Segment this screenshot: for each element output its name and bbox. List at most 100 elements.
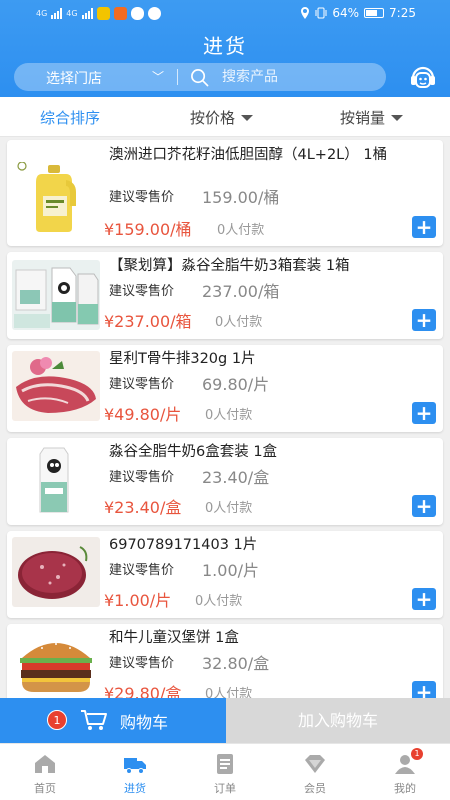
profile-badge: 1	[411, 748, 423, 760]
add-to-cart-button[interactable]: +	[412, 495, 436, 517]
order-icon	[217, 754, 233, 774]
product-price: ¥23.40/盒	[104, 498, 182, 517]
paid-count: 0人付款	[217, 223, 265, 238]
product-card[interactable]: 澳洲进口芥花籽油低胆固醇（4L+2L） 1桶 建议零售价 159.00/桶 ¥1…	[7, 140, 443, 246]
paid-count: 0人付款	[205, 687, 253, 698]
signal-icon	[81, 8, 93, 19]
tab-orders[interactable]: 订单	[180, 744, 270, 800]
store-select-label: 选择门店	[46, 71, 102, 87]
tab-purchase[interactable]: 进货	[90, 744, 180, 800]
retail-price-value: 69.80/片	[202, 375, 270, 394]
sort-by-price[interactable]: 按价格	[190, 107, 254, 128]
sort-label: 综合排序	[40, 109, 101, 127]
sort-label: 按价格	[190, 109, 236, 127]
product-price: ¥159.00/桶	[104, 220, 192, 239]
retail-price-label: 建议零售价	[109, 470, 175, 485]
add-to-cart-button[interactable]: +	[412, 681, 436, 698]
member-icon	[305, 755, 325, 773]
product-name: 淼谷全脂牛奶6盒套装 1盒	[109, 444, 278, 460]
product-price: ¥237.00/箱	[104, 312, 192, 331]
sort-by-sales[interactable]: 按销量	[340, 107, 404, 128]
tab-label: 我的	[394, 782, 416, 795]
bottom-nav: 首页 进货 订单 会员 1 我的	[0, 743, 450, 800]
tab-home[interactable]: 首页	[0, 744, 90, 800]
chevron-down-icon: ﹀	[152, 70, 165, 84]
sort-label: 按销量	[340, 109, 386, 127]
sort-bar: 综合排序 按价格 按销量	[0, 97, 450, 137]
caret-down-icon	[241, 114, 254, 121]
retail-price-value: 23.40/盒	[202, 468, 270, 487]
cart-label: 购物车	[120, 713, 169, 732]
paid-count: 0人付款	[205, 408, 253, 423]
product-name: 澳洲进口芥花籽油低胆固醇（4L+2L） 1桶	[109, 147, 388, 163]
cart-bar: 1 购物车 加入购物车	[0, 698, 450, 743]
caret-down-icon	[391, 114, 404, 121]
add-to-cart-button[interactable]: +	[412, 402, 436, 424]
location-icon	[301, 7, 310, 19]
cart-icon	[81, 710, 107, 730]
retail-price-label: 建议零售价	[109, 377, 175, 392]
message-icon	[147, 7, 161, 20]
clock: 7:25	[389, 6, 416, 20]
paid-count: 0人付款	[205, 501, 253, 516]
cart-count-badge: 1	[47, 710, 67, 730]
product-name: 6970789171403 1片	[109, 537, 258, 553]
search-input[interactable]	[222, 65, 372, 89]
product-name: 和牛儿童汉堡饼 1盒	[109, 630, 239, 646]
product-card[interactable]: 6970789171403 1片 建议零售价 1.00/片 ¥1.00/片 0人…	[7, 531, 443, 618]
product-price: ¥49.80/片	[104, 405, 182, 424]
product-image-milk-cartons	[12, 260, 100, 330]
add-to-cart-button[interactable]: +	[412, 588, 436, 610]
product-price: ¥1.00/片	[104, 591, 172, 610]
add-to-cart-button[interactable]: +	[412, 309, 436, 331]
search-bar: 选择门店 ﹀	[14, 63, 386, 91]
status-bar: 4G 4G 64% 7:25	[0, 0, 450, 28]
tab-profile[interactable]: 1 我的	[360, 744, 450, 800]
tab-label: 进货	[124, 782, 146, 795]
product-list: 澳洲进口芥花籽油低胆固醇（4L+2L） 1桶 建议零售价 159.00/桶 ¥1…	[0, 138, 450, 698]
product-image-oil-bottle	[12, 162, 100, 232]
retail-price-value: 32.80/盒	[202, 654, 270, 673]
product-image-burger	[12, 630, 100, 698]
paid-count: 0人付款	[195, 594, 243, 609]
retail-price-label: 建议零售价	[109, 284, 175, 299]
product-image-burger-patty	[12, 537, 100, 607]
product-name: 星利T骨牛排320g 1片	[109, 351, 256, 367]
header: 4G 4G 64% 7:25 进货 选择门店 ﹀	[0, 0, 450, 97]
product-card[interactable]: 【聚划算】淼谷全脂牛奶3箱套装 1箱 建议零售价 237.00/箱 ¥237.0…	[7, 252, 443, 339]
tab-member[interactable]: 会员	[270, 744, 360, 800]
search-icon	[191, 69, 209, 87]
network-tag: 4G	[36, 8, 48, 18]
vibrate-icon	[315, 7, 327, 19]
battery-icon	[364, 8, 385, 18]
product-image-milk-box	[12, 444, 100, 514]
tab-label: 会员	[304, 782, 326, 795]
wechat-icon	[130, 7, 144, 20]
product-card[interactable]: 淼谷全脂牛奶6盒套装 1盒 建议零售价 23.40/盒 ¥23.40/盒 0人付…	[7, 438, 443, 525]
product-card[interactable]: 星利T骨牛排320g 1片 建议零售价 69.80/片 ¥49.80/片 0人付…	[7, 345, 443, 432]
sort-comprehensive[interactable]: 综合排序	[40, 107, 100, 128]
search-divider	[177, 69, 178, 85]
product-name: 【聚划算】淼谷全脂牛奶3箱套装 1箱	[109, 258, 350, 274]
app-notification-icon	[96, 7, 110, 20]
customer-service-icon[interactable]	[408, 63, 438, 93]
add-to-cart-button[interactable]: +	[412, 216, 436, 238]
store-select[interactable]: 选择门店 ﹀	[14, 63, 174, 91]
retail-price-label: 建议零售价	[109, 656, 175, 671]
add-to-cart-bar-button[interactable]: 加入购物车	[226, 698, 450, 743]
product-price: ¥29.80/盒	[104, 684, 182, 698]
battery-percent: 64%	[332, 6, 360, 20]
retail-price-label: 建议零售价	[109, 190, 175, 205]
home-icon	[35, 755, 55, 773]
truck-icon	[124, 758, 146, 774]
retail-price-value: 237.00/箱	[202, 282, 280, 301]
retail-price-label: 建议零售价	[109, 563, 175, 578]
page-title: 进货	[203, 34, 247, 58]
signal-icon	[51, 8, 63, 19]
retail-price-value: 159.00/桶	[202, 188, 280, 207]
tab-label: 首页	[34, 782, 56, 795]
paid-count: 0人付款	[215, 315, 263, 330]
product-card[interactable]: 和牛儿童汉堡饼 1盒 建议零售价 32.80/盒 ¥29.80/盒 0人付款 +	[7, 624, 443, 698]
cart-button[interactable]: 1 购物车	[0, 698, 226, 743]
product-image-steak	[12, 351, 100, 421]
